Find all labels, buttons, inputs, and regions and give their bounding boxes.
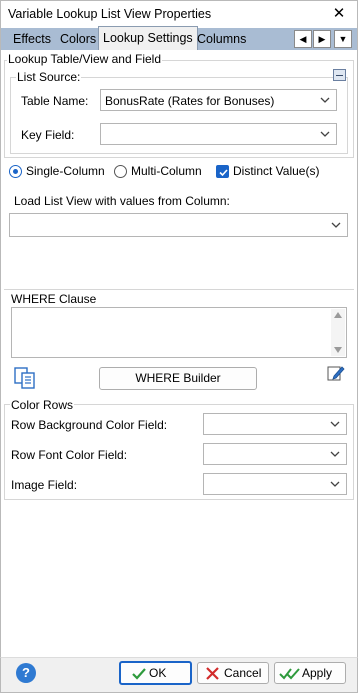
edit-icon[interactable] <box>327 364 345 382</box>
table-name-value: BonusRate (Rates for Bonuses) <box>105 94 275 108</box>
color-rows-heading: Color Rows <box>10 398 75 412</box>
table-name-select[interactable]: BonusRate (Rates for Bonuses) <box>100 89 337 111</box>
chevron-down-icon <box>331 216 341 234</box>
where-heading: WHERE Clause <box>11 292 97 306</box>
chevron-down-icon <box>320 126 330 142</box>
distinct-checkbox[interactable] <box>216 165 229 178</box>
tab-lookup-settings[interactable]: Lookup Settings <box>98 26 198 50</box>
distinct-label: Distinct Value(s) <box>233 164 320 178</box>
tab-strip: Effects Colors Lookup Settings Columns ◀… <box>0 26 358 50</box>
tab-colors[interactable]: Colors <box>56 28 100 50</box>
where-scrollbar[interactable] <box>331 309 345 356</box>
multi-column-radio[interactable] <box>114 165 127 178</box>
table-name-label: Table Name: <box>21 94 89 108</box>
load-column-label: Load List View with values from Column: <box>14 194 230 208</box>
scroll-down-icon[interactable] <box>334 347 342 353</box>
close-icon <box>206 667 219 680</box>
scroll-up-icon[interactable] <box>334 312 342 318</box>
tab-next-icon[interactable]: ▶ <box>313 30 331 48</box>
chevron-down-icon <box>330 446 340 462</box>
image-field-select[interactable] <box>203 473 347 495</box>
ok-button[interactable]: OK <box>119 661 192 685</box>
cancel-label: Cancel <box>224 666 262 680</box>
multi-column-label: Multi-Column <box>131 164 202 178</box>
row-font-label: Row Font Color Field: <box>11 448 128 462</box>
check-icon <box>219 169 228 177</box>
collapse-icon[interactable] <box>333 69 346 81</box>
copy-icon[interactable] <box>13 367 37 389</box>
ok-label: OK <box>149 666 167 680</box>
chevron-down-icon <box>330 476 340 492</box>
where-textarea[interactable] <box>11 307 347 358</box>
key-field-label: Key Field: <box>21 128 75 142</box>
chevron-down-icon <box>330 416 340 432</box>
chevron-down-icon <box>320 92 330 108</box>
row-bg-label: Row Background Color Field: <box>11 418 168 432</box>
divider <box>4 289 354 290</box>
lookup-heading: Lookup Table/View and Field <box>7 52 162 66</box>
apply-button[interactable]: Apply <box>274 662 346 684</box>
tab-columns[interactable]: Columns <box>193 28 250 50</box>
help-icon[interactable]: ? <box>16 663 36 683</box>
single-column-radio[interactable] <box>9 165 22 178</box>
key-field-select[interactable] <box>100 123 337 145</box>
tab-menu-icon[interactable]: ▼ <box>334 30 352 48</box>
window-title: Variable Lookup List View Properties <box>8 7 212 21</box>
list-source-label: List Source: <box>16 70 82 84</box>
tab-prev-icon[interactable]: ◀ <box>294 30 312 48</box>
row-bg-select[interactable] <box>203 413 347 435</box>
tab-effects[interactable]: Effects <box>9 28 55 50</box>
apply-label: Apply <box>302 666 333 680</box>
cancel-button[interactable]: Cancel <box>197 662 269 684</box>
where-builder-button[interactable]: WHERE Builder <box>99 367 257 390</box>
image-field-label: Image Field: <box>11 478 78 492</box>
single-column-label: Single-Column <box>26 164 105 178</box>
load-column-select[interactable] <box>9 213 348 237</box>
close-button[interactable]: ✕ <box>329 4 349 24</box>
row-font-select[interactable] <box>203 443 347 465</box>
double-check-icon <box>279 668 300 680</box>
check-icon <box>132 668 146 680</box>
